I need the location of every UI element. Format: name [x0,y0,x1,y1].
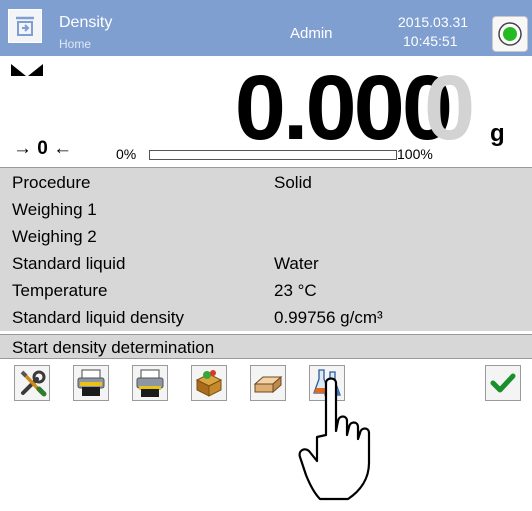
param-label-temperature[interactable]: Temperature [12,281,107,301]
progress-max-label: 100% [397,146,433,162]
param-value-procedure[interactable]: Solid [274,173,312,193]
pointing-hand-icon [298,375,380,511]
mass-reading-last-digit: 0 [424,57,476,159]
param-value-liquid-density[interactable]: 0.99756 g/cm³ [274,308,383,328]
param-label-liquid-density[interactable]: Standard liquid density [12,308,184,328]
print-footer-button[interactable] [132,365,168,401]
time-label: 10:45:51 [403,33,458,49]
home-icon[interactable] [8,9,42,43]
unit-label[interactable]: g [490,120,505,148]
database-button[interactable] [191,365,227,401]
param-value-temperature[interactable]: 23 °C [274,281,317,301]
print-header-button[interactable] [73,365,109,401]
printer-footer-icon [133,366,167,400]
param-label-weighing-1[interactable]: Weighing 1 [12,200,97,220]
date-label: 2015.03.31 [398,14,469,30]
database-icon [192,366,226,400]
param-label-standard-liquid[interactable]: Standard liquid [12,254,125,274]
status-indicator-icon[interactable] [492,16,528,52]
confirm-check-icon [486,366,520,400]
sinker-button[interactable] [250,365,286,401]
stability-icon [10,63,44,82]
progress-min-label: 0% [116,146,137,162]
load-progress-bar [149,150,397,160]
settings-tools-icon [15,366,49,400]
param-label-weighing-2[interactable]: Weighing 2 [12,227,97,247]
user-name[interactable]: Admin [290,25,333,42]
param-label-procedure[interactable]: Procedure [12,173,90,193]
settings-tools-button[interactable] [14,365,50,401]
printer-header-icon [74,366,108,400]
app-subtitle: Home [59,37,92,51]
sinker-icon [251,366,285,400]
mass-reading: 0.000 [234,57,453,159]
start-density-label[interactable]: Start density determination [12,338,214,358]
zero-indicator: → 0 ← [13,138,73,159]
app-title: Density [59,14,113,31]
param-value-standard-liquid[interactable]: Water [274,254,319,274]
confirm-button[interactable] [485,365,521,401]
